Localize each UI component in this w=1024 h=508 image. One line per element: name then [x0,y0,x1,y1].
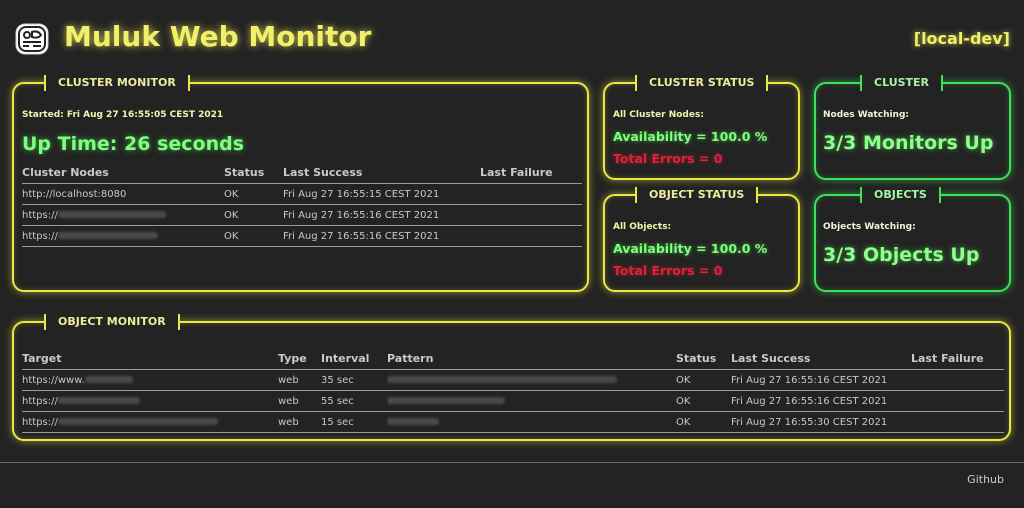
cluster-summary-panel: CLUSTER Nodes Watching: 3/3 Monitors Up [814,75,1011,180]
node-last-failure [480,204,582,226]
footer-divider [0,462,1024,463]
cluster-status-legend: CLUSTER STATUS [635,75,769,91]
table-row: https://www. web 35 sec OK Fri Aug 27 16… [22,369,1004,391]
object-status-panel: OBJECT STATUS All Objects: Availability … [603,187,800,292]
col-pattern: Pattern [387,350,676,370]
objects-summary-panel: OBJECTS Objects Watching: 3/3 Objects Up [814,187,1011,292]
target-last-success: Fri Aug 27 16:55:16 CEST 2021 [731,390,911,412]
object-status-label: All Objects: [613,222,672,232]
redacted-text [387,418,439,425]
objects-summary-legend: OBJECTS [860,187,941,203]
target-interval: 55 sec [321,390,387,412]
redacted-text [57,211,166,218]
app-header: Muluk Web Monitor [local-dev] [0,0,1024,70]
target-status: OK [676,369,731,391]
table-row: https:// OK Fri Aug 27 16:55:16 CEST 202… [22,204,582,226]
node-status: OK [224,225,283,247]
table-row: http://localhost:8080 OK Fri Aug 27 16:5… [22,183,582,205]
col-type: Type [278,350,321,370]
target-last-failure [911,411,1004,433]
col-status: Status [224,164,283,184]
nodes-watching-label: Nodes Watching: [823,110,910,120]
node-last-failure [480,183,582,205]
node-last-failure [480,225,582,247]
target-type: web [278,369,321,391]
table-row: https:// web 55 sec OK Fri Aug 27 16:55:… [22,390,1004,412]
object-status-legend: OBJECT STATUS [635,187,759,203]
cluster-monitor-legend: CLUSTER MONITOR [44,75,190,91]
node-last-success: Fri Aug 27 16:55:16 CEST 2021 [283,225,480,247]
node-url[interactable]: https:// [22,231,58,242]
node-status: OK [224,204,283,226]
cluster-status-panel: CLUSTER STATUS All Cluster Nodes: Availa… [603,75,800,180]
cluster-summary-legend: CLUSTER [860,75,944,91]
object-availability: Availability = 100.0 % [613,241,768,256]
table-header-row: Cluster Nodes Status Last Success Last F… [22,164,582,184]
app-title: Muluk Web Monitor [64,20,372,53]
target-interval: 15 sec [321,411,387,433]
cluster-status-label: All Cluster Nodes: [613,110,704,120]
object-monitor-panel: OBJECT MONITOR Target Type Interval Patt… [12,314,1011,441]
col-status: Status [676,350,731,370]
cluster-monitor-panel: CLUSTER MONITOR Started: Fri Aug 27 16:5… [12,75,589,292]
target-last-success: Fri Aug 27 16:55:30 CEST 2021 [731,411,911,433]
redacted-text [387,376,617,383]
redacted-text [84,376,133,383]
maya-glyph-icon [15,23,49,55]
table-header-row: Target Type Interval Pattern Status Last… [22,350,1004,370]
col-interval: Interval [321,350,387,370]
col-target: Target [22,350,278,370]
node-url[interactable]: http://localhost:8080 [22,183,224,205]
objects-watching-label: Objects Watching: [823,222,916,232]
target-interval: 35 sec [321,369,387,391]
target-last-success: Fri Aug 27 16:55:16 CEST 2021 [731,369,911,391]
cluster-availability: Availability = 100.0 % [613,129,768,144]
target-type: web [278,390,321,412]
col-last-success: Last Success [283,164,480,184]
uptime-text: Up Time: 26 seconds [22,133,245,155]
started-time: Started: Fri Aug 27 16:55:05 CEST 2021 [22,110,224,120]
target-type: web [278,411,321,433]
objects-table: Target Type Interval Pattern Status Last… [22,350,1004,433]
cluster-nodes-table: Cluster Nodes Status Last Success Last F… [22,164,582,247]
environment-badge: [local-dev] [913,29,1010,48]
node-url[interactable]: https:// [22,210,58,221]
redacted-text [387,397,505,404]
github-link[interactable]: Github [967,473,1004,486]
target-url[interactable]: https:// [22,417,58,428]
redacted-text [57,397,140,404]
object-monitor-legend: OBJECT MONITOR [44,314,180,330]
redacted-text [57,232,158,239]
cluster-total-errors: Total Errors = 0 [613,151,723,166]
object-total-errors: Total Errors = 0 [613,263,723,278]
redacted-text [57,418,218,425]
objects-up-value: 3/3 Objects Up [823,244,980,266]
node-last-success: Fri Aug 27 16:55:16 CEST 2021 [283,204,480,226]
target-status: OK [676,411,731,433]
target-status: OK [676,390,731,412]
col-last-success: Last Success [731,350,911,370]
col-cluster-nodes: Cluster Nodes [22,164,224,184]
node-last-success: Fri Aug 27 16:55:15 CEST 2021 [283,183,480,205]
col-last-failure: Last Failure [911,350,1004,370]
col-last-failure: Last Failure [480,164,582,184]
target-last-failure [911,369,1004,391]
node-status: OK [224,183,283,205]
target-url[interactable]: https:// [22,396,58,407]
monitors-up-value: 3/3 Monitors Up [823,132,994,154]
target-url[interactable]: https://www. [22,375,85,386]
target-last-failure [911,390,1004,412]
table-row: https:// OK Fri Aug 27 16:55:16 CEST 202… [22,225,582,247]
table-row: https:// web 15 sec OK Fri Aug 27 16:55:… [22,411,1004,433]
